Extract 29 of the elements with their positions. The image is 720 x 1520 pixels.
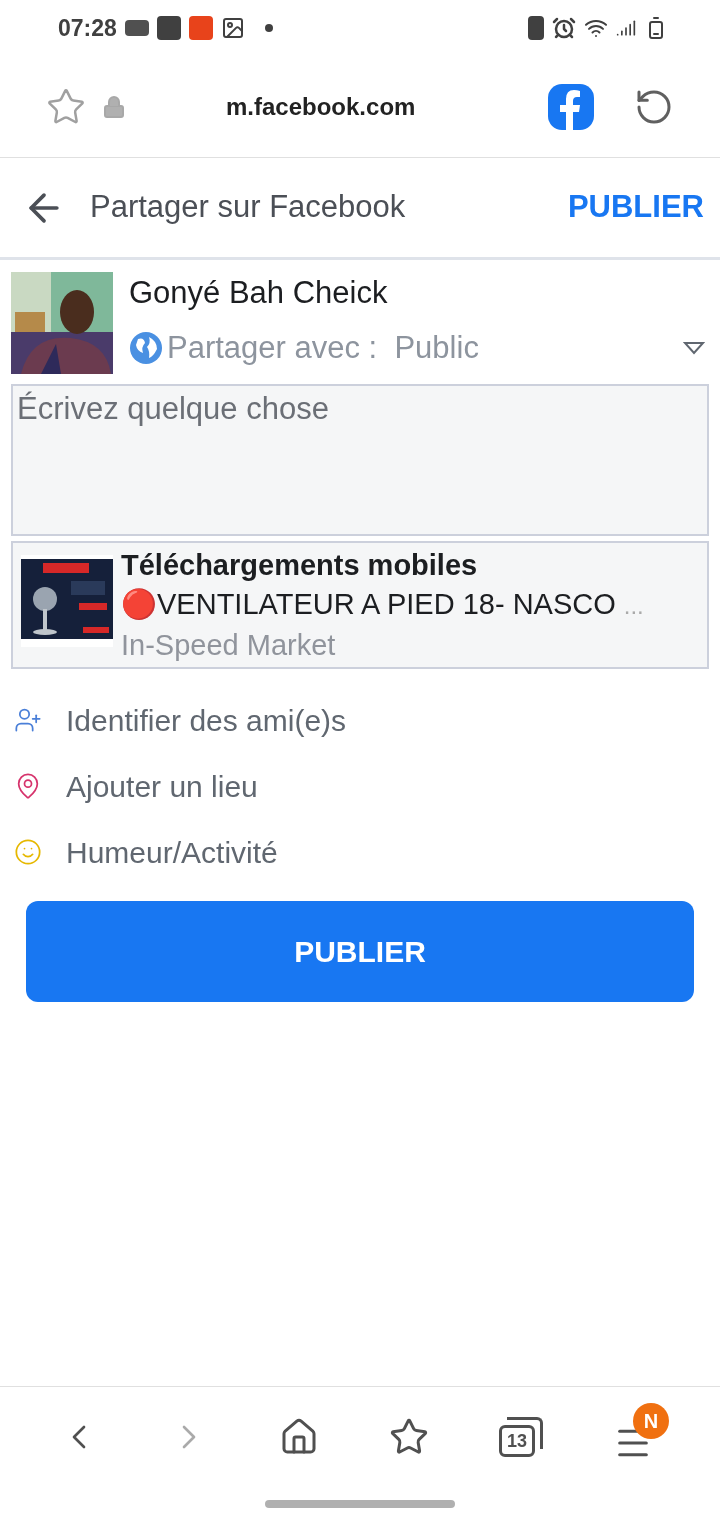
image-icon	[220, 16, 245, 40]
signal-icon	[616, 18, 636, 38]
status-time: 07:28	[58, 13, 117, 43]
dropdown-caret-icon	[683, 341, 705, 355]
preview-source: In-Speed Market	[121, 627, 337, 663]
lock-icon	[102, 94, 126, 119]
globe-icon	[129, 331, 163, 365]
publish-link[interactable]: PUBLIER	[567, 184, 704, 231]
star-icon	[389, 1417, 429, 1457]
option-row[interactable]: Humeur/Activité	[14, 819, 706, 885]
option-row[interactable]: Identifier des ami(e)s	[14, 687, 706, 753]
page-title: Partager sur Facebook	[90, 188, 406, 227]
alarm-icon	[552, 16, 576, 40]
preview-description: 🔴VENTILATEUR A PIED 18- NASCO	[121, 587, 616, 623]
notification-badge: N	[633, 1403, 669, 1439]
post-text-field[interactable]: Écrivez quelque chose	[11, 384, 709, 536]
option-row[interactable]: Ajouter un lieu	[14, 753, 706, 819]
publish-button[interactable]: PUBLIER	[26, 901, 694, 1002]
preview-title: Téléchargements mobiles	[121, 548, 479, 583]
tabs-button[interactable]: 13	[491, 1409, 551, 1465]
link-preview-card[interactable]: Téléchargements mobiles 🔴VENTILATEUR A PIED 18- NASCO ... In-Speed Market	[11, 541, 709, 669]
audience-selector[interactable]: Partager avec : Public	[129, 324, 709, 372]
ellipsis-text: ...	[623, 591, 644, 622]
smiley-icon	[14, 838, 42, 866]
menu-button[interactable]: N	[605, 1403, 669, 1471]
user-name: Gonyé Bah Cheick	[129, 274, 389, 312]
add-person-icon	[14, 706, 42, 734]
facebook-logo-icon[interactable]	[548, 83, 594, 130]
url-text[interactable]: m.facebook.com	[226, 88, 416, 125]
